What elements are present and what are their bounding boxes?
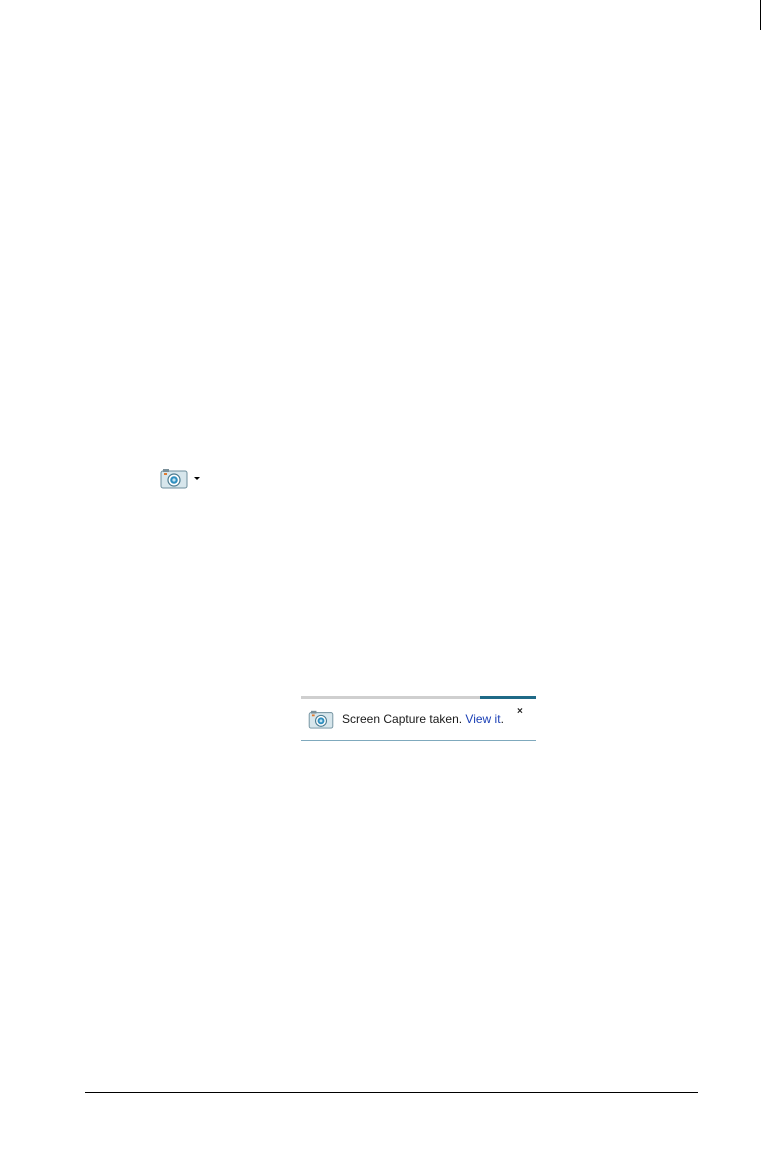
toast-message-text: Screen Capture taken. bbox=[342, 712, 463, 726]
toast-progress-track bbox=[301, 696, 536, 699]
footer-rule bbox=[85, 1092, 698, 1093]
close-icon[interactable]: × bbox=[517, 707, 523, 717]
camera-icon bbox=[160, 469, 188, 489]
screen-capture-toast: Screen Capture taken. View it. × bbox=[301, 696, 536, 741]
caret-down-icon[interactable] bbox=[194, 476, 200, 480]
view-it-link[interactable]: View it bbox=[465, 712, 500, 726]
camera-icon bbox=[308, 710, 334, 729]
toast-message-suffix: . bbox=[500, 712, 504, 726]
top-margin-rule bbox=[760, 0, 761, 30]
toast-message: Screen Capture taken. View it. bbox=[342, 712, 504, 726]
screen-capture-button[interactable] bbox=[160, 465, 200, 491]
toast-progress-fill bbox=[479, 696, 536, 699]
